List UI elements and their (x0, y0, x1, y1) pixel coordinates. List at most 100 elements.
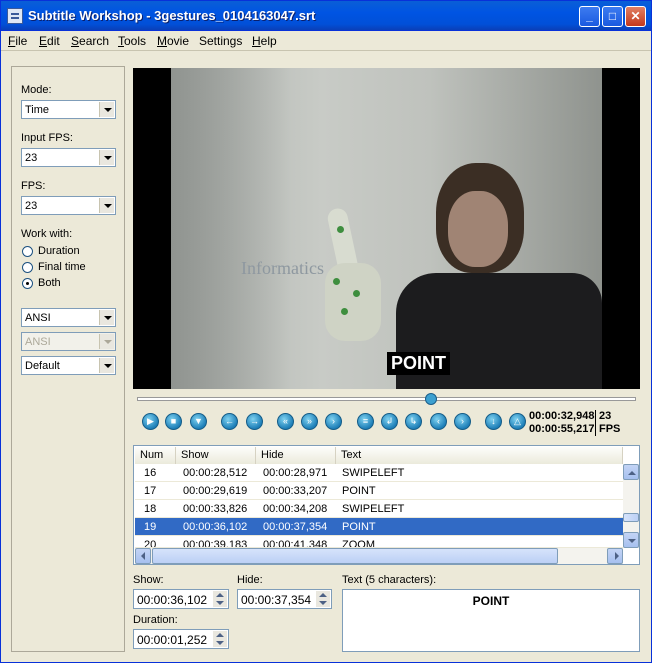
cell-text: SWIPELEFT (342, 467, 405, 479)
radio-both[interactable] (22, 278, 33, 289)
col-text[interactable]: Text (336, 447, 623, 464)
minimize-button[interactable]: _ (579, 6, 600, 27)
cell-num: 19 (144, 521, 157, 533)
mode-value: Time (25, 104, 50, 116)
scroll-right-icon[interactable] (607, 548, 623, 564)
shift-back-icon[interactable]: ‹ (430, 413, 447, 430)
table-row[interactable]: 18 00:00:33,826 00:00:34,208 SWIPELEFT (135, 500, 623, 518)
col-num[interactable]: Num (135, 447, 176, 464)
encoding-secondary-select: ANSI (21, 332, 116, 351)
add-subtitle-icon[interactable]: ↓ (485, 413, 502, 430)
video-frame: Informatics POINT (171, 68, 602, 389)
fast-forward-icon[interactable]: » (301, 413, 318, 430)
scroll-up-icon[interactable] (623, 464, 639, 480)
glove-dot (353, 290, 360, 297)
table-row[interactable]: 16 00:00:28,512 00:00:28,971 SWIPELEFT (135, 464, 623, 482)
hide-time-input[interactable]: 00:00:37,354 (237, 589, 332, 609)
vertical-scroll-thumb[interactable] (623, 513, 639, 522)
fps-select[interactable]: 23 (21, 196, 116, 215)
cell-num: 18 (144, 503, 157, 515)
fps-display: 23 FPS (595, 410, 620, 436)
subtitle-table[interactable]: Num Show Hide Text 16 00:00:28,512 00:00… (133, 445, 640, 565)
fps-label: FPS: (21, 180, 46, 192)
cell-show: 00:00:39,183 (183, 539, 248, 548)
radio-final-time[interactable] (22, 262, 33, 273)
radio-duration[interactable] (22, 246, 33, 257)
radio-both-label[interactable]: Both (38, 277, 61, 289)
seek-thumb[interactable] (425, 393, 437, 405)
hide-label: Hide: (237, 574, 263, 586)
title-bar[interactable]: Subtitle Workshop - 3gestures_0104163047… (1, 1, 651, 31)
menu-settings[interactable]: Settings (199, 34, 242, 48)
vertical-scrollbar[interactable] (623, 464, 639, 548)
cell-hide: 00:00:37,354 (263, 521, 328, 533)
cell-hide: 00:00:28,971 (263, 467, 328, 479)
glove-dot (341, 308, 348, 315)
back-icon[interactable]: ← (221, 413, 238, 430)
stepper-icon[interactable] (316, 591, 330, 607)
loop-icon[interactable]: ≡ (357, 413, 374, 430)
radio-duration-label[interactable]: Duration (38, 245, 80, 257)
input-fps-select[interactable]: 23 (21, 148, 116, 167)
show-time-input[interactable]: 00:00:36,102 (133, 589, 229, 609)
remove-subtitle-icon[interactable]: △ (509, 413, 526, 430)
rewind-icon[interactable]: « (277, 413, 294, 430)
chevron-down-icon (99, 334, 114, 349)
table-row[interactable]: 20 00:00:39,183 00:00:41,348 ZOOM (135, 536, 623, 548)
chevron-down-icon[interactable] (99, 150, 114, 165)
play-icon[interactable]: ▶ (142, 413, 159, 430)
subtitle-overlay: POINT (387, 352, 451, 375)
chevron-down-icon[interactable] (99, 310, 114, 325)
cell-show: 00:00:28,512 (183, 467, 248, 479)
menu-movie[interactable]: Movie (157, 34, 189, 48)
horizontal-scrollbar[interactable] (135, 548, 623, 564)
time-display: 00:00:32,948 00:00:55,217 (529, 410, 594, 436)
set-start-icon[interactable]: ↲ (381, 413, 398, 430)
format-select[interactable]: Default (21, 356, 116, 375)
horizontal-scroll-thumb[interactable] (152, 548, 558, 564)
menu-bar: File Edit Search Tools Movie Settings He… (1, 31, 651, 51)
skip-icon[interactable]: › (325, 413, 342, 430)
hide-time-value: 00:00:37,354 (241, 593, 312, 607)
show-label: Show: (133, 574, 164, 586)
app-icon[interactable] (7, 8, 23, 24)
col-hide[interactable]: Hide (256, 447, 336, 464)
stepper-icon[interactable] (213, 631, 227, 647)
forward-icon[interactable]: → (246, 413, 263, 430)
duration-input[interactable]: 00:00:01,252 (133, 629, 229, 649)
video-player[interactable]: Informatics POINT (133, 68, 640, 389)
subtitle-text-input[interactable]: POINT (342, 589, 640, 652)
pause-icon[interactable]: ▼ (190, 413, 207, 430)
table-row[interactable]: 17 00:00:29,619 00:00:33,207 POINT (135, 482, 623, 500)
radio-final-time-label[interactable]: Final time (38, 261, 86, 273)
menu-help[interactable]: Help (252, 34, 277, 48)
mode-select[interactable]: Time (21, 100, 116, 119)
menu-search[interactable]: Search (71, 34, 109, 48)
maximize-button[interactable]: □ (602, 6, 623, 27)
chevron-down-icon[interactable] (99, 198, 114, 213)
window-title: Subtitle Workshop - 3gestures_0104163047… (28, 8, 316, 23)
cell-num: 16 (144, 467, 157, 479)
stepper-icon[interactable] (213, 591, 227, 607)
cell-text: SWIPELEFT (342, 503, 405, 515)
col-show[interactable]: Show (176, 447, 256, 464)
encoding-select[interactable]: ANSI (21, 308, 116, 327)
chevron-down-icon[interactable] (99, 358, 114, 373)
table-row-selected[interactable]: 19 00:00:36,102 00:00:37,354 POINT (135, 518, 623, 536)
mode-label: Mode: (21, 84, 52, 96)
show-time-value: 00:00:36,102 (137, 593, 208, 607)
scroll-left-icon[interactable] (135, 548, 151, 564)
close-button[interactable]: ✕ (625, 6, 646, 27)
scroll-down-icon[interactable] (623, 532, 639, 548)
shift-forward-icon[interactable]: › (454, 413, 471, 430)
stop-icon[interactable]: ■ (165, 413, 182, 430)
set-end-icon[interactable]: ↳ (405, 413, 422, 430)
cell-show: 00:00:36,102 (183, 521, 248, 533)
menu-file[interactable]: File (8, 34, 27, 48)
menu-edit[interactable]: Edit (39, 34, 60, 48)
input-fps-label: Input FPS: (21, 132, 73, 144)
chevron-down-icon[interactable] (99, 102, 114, 117)
seek-track[interactable] (137, 397, 636, 401)
menu-tools[interactable]: Tools (118, 34, 146, 48)
cell-num: 17 (144, 485, 157, 497)
